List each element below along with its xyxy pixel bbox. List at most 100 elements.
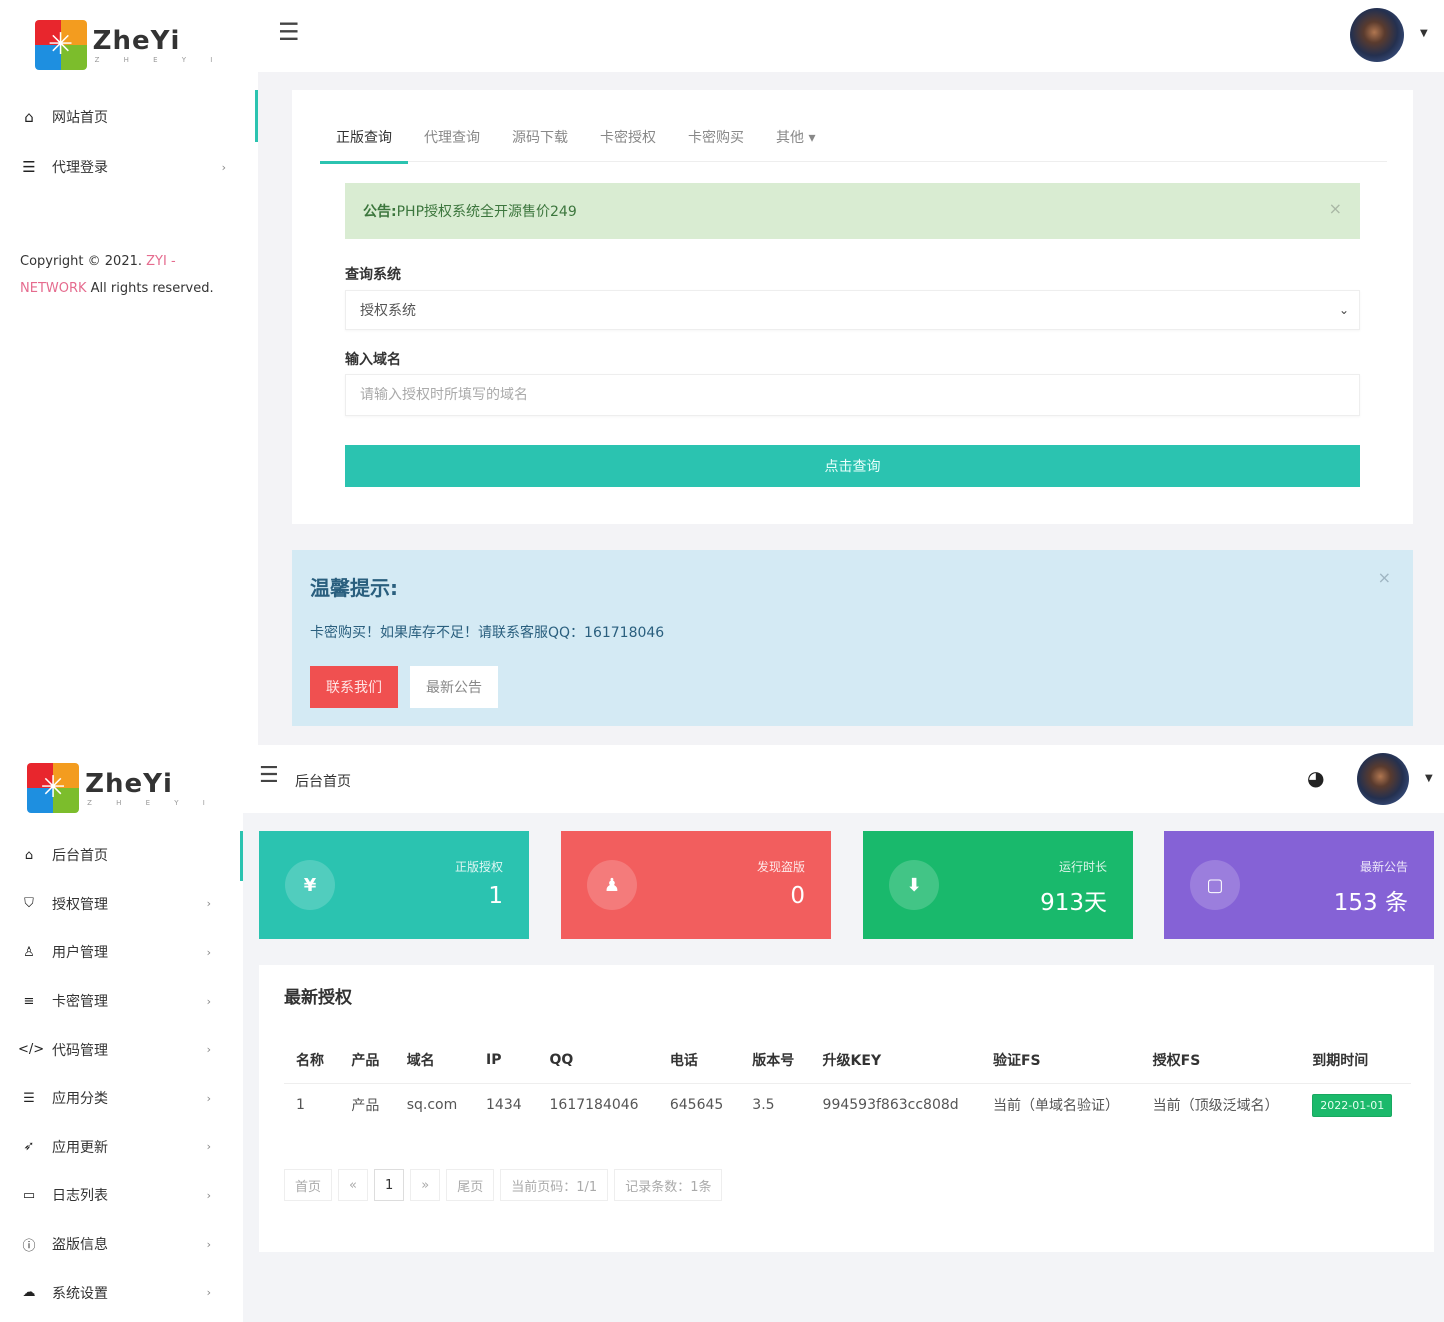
sidebar-item-code-manage[interactable]: </> 代码管理 ›	[0, 1025, 243, 1074]
menu-toggle-icon[interactable]: ☰	[278, 18, 300, 46]
column-header: QQ	[537, 1037, 658, 1084]
domain-label: 输入域名	[345, 352, 401, 368]
code-icon: </>	[18, 1042, 45, 1058]
stat-card-genuine-auth: ¥ 正版授权 1	[259, 831, 529, 939]
download-icon: ⬇	[889, 860, 939, 910]
sidebar-item-label: 应用分类	[52, 1091, 108, 1108]
system-select[interactable]: 授权系统 ⌄	[345, 290, 1360, 330]
sidebar-item-auth-manage[interactable]: ⛉ 授权管理 ›	[0, 880, 243, 929]
table-cell: 2022-01-01	[1300, 1083, 1411, 1127]
tab-card-buy[interactable]: 卡密购买	[672, 118, 760, 161]
close-icon[interactable]: ×	[1378, 568, 1391, 587]
pagination-next[interactable]: »	[410, 1169, 441, 1201]
list-icon: ☰	[22, 158, 36, 176]
pagination-last[interactable]: 尾页	[446, 1169, 495, 1201]
sidebar-item-label: 用户管理	[52, 945, 108, 962]
admin-nav: ⌂ 后台首页 ⛉ 授权管理 › ♙ 用户管理 › ≡ 卡密管理 › </> 代码管理 › ☰ 应用分类 › ➶ 应用…	[0, 831, 243, 1317]
pagination-prev[interactable]: «	[338, 1169, 368, 1201]
sidebar-item-label: 代码管理	[52, 1042, 108, 1059]
chevron-right-icon: ›	[206, 1237, 211, 1251]
table-cell: 1617184046	[549, 1097, 639, 1114]
column-header: 验证FS	[980, 1037, 1141, 1084]
table-cell: 1434	[486, 1097, 522, 1114]
table-row: 1 产品 sq.com 1434 1617184046 645645 3.5 994593f8…	[284, 1083, 1411, 1127]
avatar[interactable]	[1350, 8, 1404, 62]
pagination-first[interactable]: 首页	[284, 1169, 333, 1201]
copyright-link-network[interactable]: NETWORK	[20, 281, 87, 296]
sidebar-item-agent-login[interactable]: ☰ 代理登录 ›	[0, 142, 258, 192]
pagination-record-info: 记录条数：1条	[614, 1169, 723, 1201]
domain-field[interactable]	[345, 374, 1360, 416]
tab-other-dropdown[interactable]: 其他 ▾	[760, 118, 831, 161]
stat-label: 正版授权	[454, 860, 503, 874]
sidebar-item-app-category[interactable]: ☰ 应用分类 ›	[0, 1074, 243, 1123]
system-label: 查询系统	[345, 267, 401, 283]
copyright-link[interactable]: ZYI -	[146, 254, 176, 269]
close-icon[interactable]: ×	[1329, 199, 1342, 218]
chevron-right-icon: ›	[206, 1286, 211, 1300]
brand-name: ZheYi	[85, 769, 173, 799]
sidebar-item-label: 网站首页	[52, 110, 108, 126]
yen-icon: ¥	[285, 860, 335, 910]
column-header: 电话	[657, 1037, 741, 1084]
query-button[interactable]: 点击查询	[345, 445, 1360, 487]
brand-subtitle: Z H E Y I	[87, 799, 216, 807]
breadcrumb: 后台首页	[295, 774, 351, 790]
sidebar-item-app-update[interactable]: ➶ 应用更新 ›	[0, 1123, 243, 1172]
sidebar-item-label: 后台首页	[52, 848, 108, 865]
avatar[interactable]	[1357, 753, 1409, 805]
sidebar-item-card-manage[interactable]: ≡ 卡密管理 ›	[0, 977, 243, 1026]
column-header: 授权FS	[1140, 1037, 1301, 1084]
caret-down-icon[interactable]: ▼	[1425, 773, 1433, 784]
stat-card-piracy-found: ♟ 发现盗版 0	[561, 831, 831, 939]
tab-source-download[interactable]: 源码下载	[496, 118, 584, 161]
sidebar-item-home[interactable]: ⌂ 网站首页	[0, 92, 258, 142]
admin-dashboard-page: ✳ ZheYi Z H E Y I ⌂ 后台首页 ⛉ 授权管理 › ♙ 用户管理 › ≡ 卡密管理…	[0, 745, 1444, 1322]
pagination-page[interactable]: 1	[373, 1169, 405, 1201]
sidebar-item-system-settings[interactable]: ☁ 系统设置 ›	[0, 1268, 243, 1317]
sidebar-item-label: 授权管理	[52, 896, 108, 913]
user-icon: ♟	[587, 860, 637, 910]
table-cell: 当前（顶级泛域名）	[1152, 1098, 1279, 1115]
sidebar-item-label: 盗版信息	[52, 1237, 108, 1254]
menu-toggle-icon[interactable]: ☰	[259, 763, 279, 788]
chevron-down-icon: ⌄	[1338, 303, 1349, 317]
home-icon: ⌂	[24, 108, 34, 126]
query-tabs: 正版查询 代理查询 源码下载 卡密授权 卡密购买 其他 ▾	[320, 118, 1387, 164]
tab-genuine-query[interactable]: 正版查询	[320, 118, 408, 164]
cloud-icon: ☁	[22, 1285, 36, 1301]
caret-down-icon[interactable]: ▼	[1420, 28, 1428, 39]
system-select-value: 授权系统	[360, 303, 416, 319]
notice-label: 公告:	[363, 204, 397, 220]
latest-auth-table: 名称 产品 域名 IP QQ 电话 版本号 升级KEY 验证FS 授权FS 到期时间 1 产品 sq.c…	[284, 1037, 1411, 1127]
sidebar-item-label: 日志列表	[52, 1188, 108, 1205]
shield-icon: ⛉	[24, 896, 34, 912]
logo: ✳ ZheYi Z H E Y I	[0, 745, 243, 831]
home-icon: ⌂	[24, 847, 34, 863]
chevron-right-icon: ›	[206, 1188, 211, 1202]
domain-input[interactable]	[360, 387, 1345, 403]
contact-us-button[interactable]: 联系我们	[310, 666, 398, 708]
top-header: ☰ ▼	[258, 0, 1444, 72]
tab-card-auth[interactable]: 卡密授权	[584, 118, 672, 161]
sidebar-item-label: 应用更新	[52, 1139, 108, 1156]
user-icon: ♙	[23, 944, 35, 960]
frontend-query-page: ✳ ZheYi Z H E Y I ⌂ 网站首页 ☰ 代理登录 › Copyri…	[0, 0, 1444, 745]
sidebar-item-home[interactable]: ⌂ 后台首页	[0, 831, 243, 880]
chevron-right-icon: ›	[206, 1091, 211, 1105]
stat-label: 发现盗版	[756, 860, 805, 874]
stat-label: 最新公告	[1359, 860, 1408, 874]
latest-notice-button[interactable]: 最新公告	[410, 666, 498, 708]
stat-label: 运行时长	[1058, 860, 1107, 874]
sidebar-item-piracy-info[interactable]: ⓘ 盗版信息 ›	[0, 1220, 243, 1269]
tab-agent-query[interactable]: 代理查询	[408, 118, 496, 161]
sidebar-item-log-list[interactable]: ▭ 日志列表 ›	[0, 1171, 243, 1220]
logo-mark-icon: ✳	[34, 20, 87, 70]
chevron-right-icon: ›	[206, 994, 211, 1008]
copyright: Copyright © 2021. ZYI - NETWORK All righ…	[20, 254, 214, 296]
expiry-badge: 2022-01-01	[1312, 1093, 1393, 1117]
palette-icon[interactable]: ◕	[1307, 766, 1324, 790]
table-cell: 3.5	[752, 1097, 775, 1114]
brand-name: ZheYi	[92, 26, 181, 56]
sidebar-item-user-manage[interactable]: ♙ 用户管理 ›	[0, 928, 243, 977]
